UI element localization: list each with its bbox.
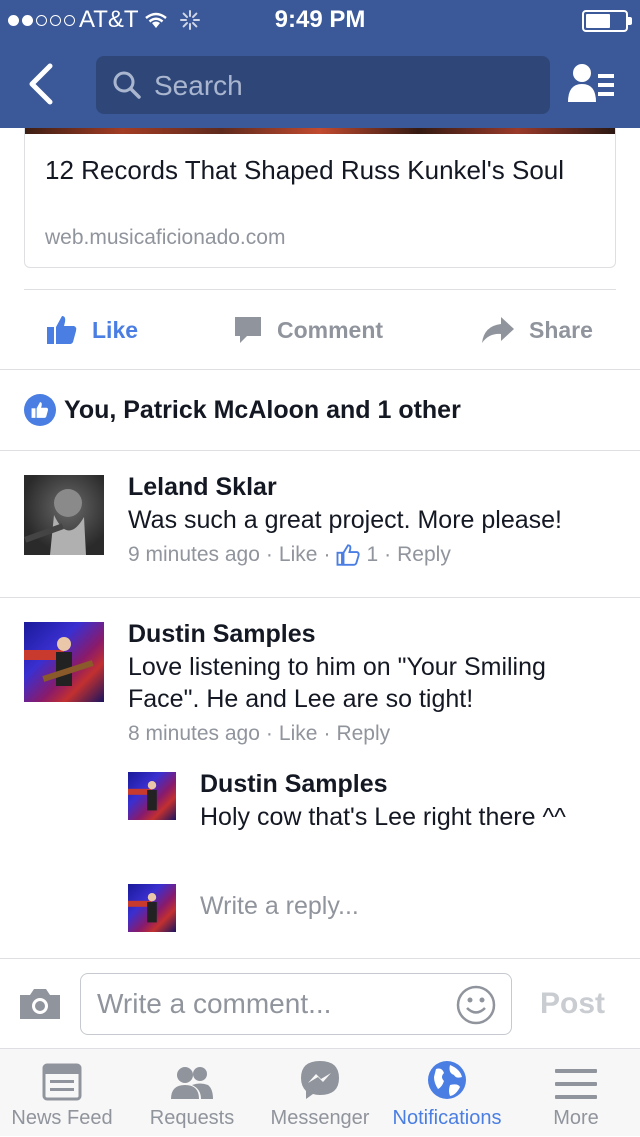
comment-input[interactable]: Write a comment... — [80, 973, 512, 1035]
emoji-icon[interactable] — [455, 984, 497, 1026]
messenger-icon — [301, 1061, 339, 1099]
comment-like-link[interactable]: Like — [279, 543, 318, 567]
write-reply-input[interactable]: Write a reply... — [200, 892, 359, 921]
status-bar: AT&T 9:49 PM — [0, 0, 640, 40]
post-button[interactable]: Post — [540, 987, 605, 1021]
status-time: 9:49 PM — [274, 6, 366, 33]
comment-placeholder: Write a comment... — [97, 988, 332, 1019]
comment-timestamp: 8 minutes ago — [128, 722, 260, 745]
meta-separator: · — [323, 722, 331, 745]
friends-list-icon — [568, 64, 614, 102]
comment-reply-link[interactable]: Reply — [336, 722, 390, 746]
back-button[interactable] — [26, 62, 66, 106]
comment-text: Love listening to him on "Your Smiling F… — [128, 653, 546, 713]
thumbs-up-icon — [47, 316, 77, 344]
comment-text: Was such a great project. More please! — [128, 506, 562, 534]
divider — [24, 289, 616, 290]
camera-button[interactable] — [18, 987, 62, 1026]
search-input[interactable]: Search — [96, 56, 550, 114]
avatar[interactable] — [128, 772, 176, 820]
thumbs-up-outline-icon — [337, 544, 361, 566]
comment-button[interactable]: Comment — [233, 306, 383, 354]
tab-news-feed[interactable]: News Feed — [4, 1049, 120, 1137]
tab-label: Notifications — [392, 1107, 502, 1129]
divider — [0, 597, 640, 598]
comment-author[interactable]: Dustin Samples — [128, 620, 316, 649]
link-card[interactable]: 12 Records That Shaped Russ Kunkel's Sou… — [24, 128, 616, 268]
reply-text: Holy cow that's Lee right there ^^ — [200, 803, 566, 831]
camera-icon — [20, 989, 60, 1019]
comment-icon — [235, 317, 261, 343]
share-button[interactable]: Share — [481, 306, 593, 354]
comment-like-link[interactable]: Like — [279, 722, 318, 746]
likes-summary[interactable]: You, Patrick McAloon and 1 other — [24, 394, 461, 426]
share-icon — [482, 317, 514, 343]
avatar[interactable] — [24, 475, 104, 555]
meta-separator: · — [323, 543, 331, 566]
tab-label: News Feed — [11, 1107, 113, 1129]
like-badge-icon — [24, 394, 56, 426]
globe-icon — [428, 1061, 466, 1099]
tab-label: Messenger — [270, 1107, 370, 1129]
divider — [0, 450, 640, 451]
search-icon — [113, 71, 141, 99]
likes-summary-text: You, Patrick McAloon and 1 other — [64, 395, 461, 424]
tab-label: Requests — [149, 1107, 235, 1129]
divider — [0, 369, 640, 370]
friend-requests-icon — [171, 1067, 213, 1099]
news-feed-icon — [42, 1063, 82, 1101]
tab-messenger[interactable]: Messenger — [266, 1049, 374, 1137]
link-domain: web.musicaficionado.com — [45, 226, 286, 249]
battery-icon — [582, 10, 632, 32]
tab-notifications[interactable]: Notifications — [384, 1049, 510, 1137]
tab-bar: News Feed Requests Messenger Notificatio… — [0, 1048, 640, 1136]
chevron-left-icon — [29, 63, 53, 105]
search-placeholder: Search — [154, 70, 243, 101]
comment-meta: 9 minutes ago · Like · 1 · Reply — [128, 543, 451, 567]
friends-list-button[interactable] — [566, 62, 618, 106]
comment-meta: 8 minutes ago · Like · Reply — [128, 722, 390, 746]
share-label: Share — [529, 316, 593, 343]
meta-separator: · — [265, 543, 273, 566]
meta-separator: · — [265, 722, 273, 745]
comment-reply-link[interactable]: Reply — [397, 543, 451, 567]
tab-label: More — [553, 1107, 599, 1129]
comment-author[interactable]: Leland Sklar — [128, 473, 277, 502]
reply-author[interactable]: Dustin Samples — [200, 770, 388, 799]
comment-timestamp: 9 minutes ago — [128, 543, 260, 566]
meta-separator: · — [384, 543, 392, 566]
tab-more[interactable]: More — [526, 1049, 626, 1137]
tab-requests[interactable]: Requests — [134, 1049, 250, 1137]
avatar[interactable] — [24, 622, 104, 702]
like-label: Like — [92, 316, 139, 343]
header-bar: AT&T 9:49 PM Search — [0, 0, 640, 128]
comment-composer: Write a comment... Post — [0, 958, 640, 1048]
like-button[interactable]: Like — [46, 306, 138, 354]
avatar — [128, 884, 176, 932]
comment-label: Comment — [277, 316, 384, 343]
menu-icon — [555, 1069, 597, 1099]
comment-like-count: 1 — [366, 543, 379, 566]
link-title: 12 Records That Shaped Russ Kunkel's Sou… — [45, 155, 565, 185]
